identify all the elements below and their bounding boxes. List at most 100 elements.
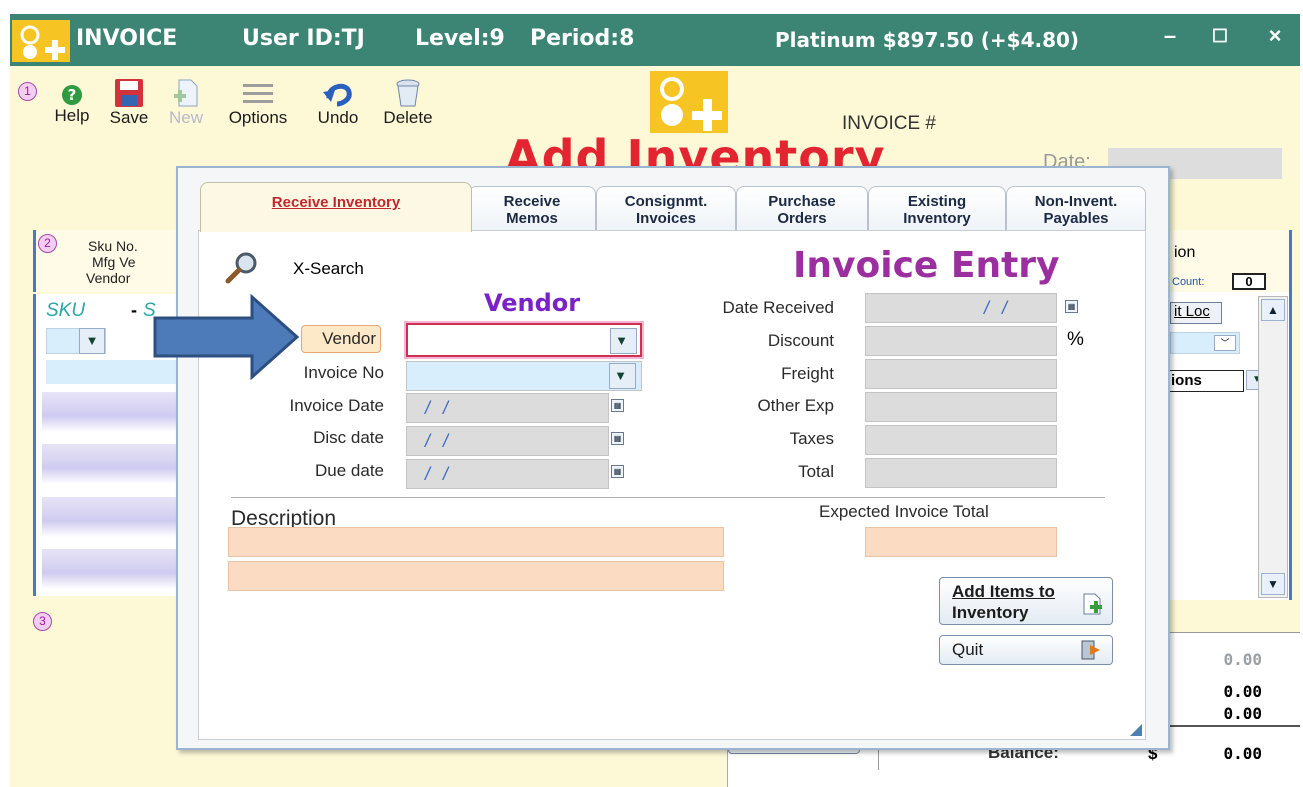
invoice-no-select[interactable]: ▼ <box>406 361 642 391</box>
invoice-entry-dialog: Receive Inventory Receive Memos Consignm… <box>176 166 1170 750</box>
tab-label-line2: Memos <box>506 210 558 227</box>
total-value-1: 0.00 <box>1223 650 1262 669</box>
discount-field[interactable] <box>865 326 1057 356</box>
date-received-label: Date Received <box>722 298 834 317</box>
calendar-icon[interactable]: ▦ <box>611 465 624 478</box>
vendor-header: Vendor <box>86 270 131 286</box>
tab-receive-inventory[interactable]: Receive Inventory <box>200 182 472 232</box>
item-grid-header: 2 Sku No. Mfg Ve Vendor <box>33 230 183 292</box>
expected-invoice-total-field[interactable] <box>865 527 1057 557</box>
pointer-arrow-icon <box>153 294 300 380</box>
svg-text:?: ? <box>68 86 77 104</box>
add-items-label-line1: Add Items to <box>952 582 1055 601</box>
scroll-down-icon[interactable]: ▼ <box>1261 573 1285 595</box>
undo-button[interactable]: Undo <box>308 78 368 138</box>
delete-button[interactable]: Delete <box>373 78 443 138</box>
right-header-text: ion <box>1174 244 1196 261</box>
grid-scrollbar[interactable]: ▲ ▼ <box>1258 296 1288 598</box>
taxes-field[interactable] <box>865 425 1057 455</box>
tab-receive-memos[interactable]: Receive Memos <box>468 186 596 232</box>
resize-grip-icon[interactable] <box>1129 723 1143 737</box>
period-indicator: Period:8 <box>530 26 635 51</box>
save-button[interactable]: Save <box>105 78 153 138</box>
scroll-up-icon[interactable]: ▲ <box>1261 299 1285 321</box>
sku-label: SKU <box>46 300 86 321</box>
close-button[interactable]: × <box>1260 22 1290 52</box>
options-label: Options <box>228 108 288 127</box>
due-date-field[interactable]: / / <box>406 459 609 489</box>
options-dropdown-label: ions <box>1171 372 1202 389</box>
total-label: Total <box>798 462 834 481</box>
add-items-to-inventory-button[interactable]: Add Items to Inventory <box>939 577 1113 625</box>
count-value: 0 <box>1232 273 1266 290</box>
date-received-field[interactable]: / / <box>865 293 1057 323</box>
new-button[interactable]: New <box>163 78 209 138</box>
other-exp-field[interactable] <box>865 392 1057 422</box>
add-inventory-app-icon <box>12 20 70 62</box>
undo-arrow-icon <box>323 83 352 107</box>
sku-dropdown[interactable]: ▼ <box>46 328 106 354</box>
chevron-down-icon[interactable]: ▼ <box>609 363 636 389</box>
mfg-header: Mfg Ve <box>92 254 136 270</box>
tab-existing-inventory[interactable]: Existing Inventory <box>868 186 1006 232</box>
calendar-icon[interactable]: ▦ <box>611 399 624 412</box>
tab-label-line1: Existing <box>907 193 967 210</box>
calendar-icon[interactable]: ▦ <box>1065 300 1078 313</box>
tab-label-line2: Payables <box>1043 210 1109 227</box>
description-field-2[interactable] <box>228 561 724 591</box>
platinum-balance: Platinum $897.50 (+$4.80) <box>775 28 1080 52</box>
minimize-button[interactable]: – <box>1155 22 1185 52</box>
freight-field[interactable] <box>865 359 1057 389</box>
expected-invoice-total-label: Expected Invoice Total <box>819 502 989 521</box>
maximize-button[interactable]: ☐ <box>1205 22 1235 52</box>
new-label: New <box>168 108 203 127</box>
grid-row[interactable] <box>42 392 182 432</box>
help-button[interactable]: ? Help <box>46 78 98 138</box>
title-bar: INVOICE User ID:TJ Level:9 Period:8 Plat… <box>10 14 1300 66</box>
step-1-badge: 1 <box>18 82 37 101</box>
quit-label: Quit <box>952 640 984 659</box>
invoice-date-label: Invoice Date <box>289 396 385 415</box>
total-field[interactable] <box>865 458 1057 488</box>
quit-button[interactable]: Quit <box>939 635 1113 665</box>
chevron-down-icon[interactable]: ▼ <box>610 328 637 354</box>
exit-door-icon <box>1081 640 1100 660</box>
tab-label-line1: Purchase <box>768 193 836 210</box>
toolbar: 1 ? Help Save New Options Undo Delete <box>10 66 470 146</box>
tab-non-inventory-payables[interactable]: Non-Invent. Payables <box>1006 186 1146 232</box>
grid-row[interactable] <box>42 497 182 537</box>
options-button[interactable]: Options <box>220 78 296 138</box>
description-field-1[interactable] <box>228 527 724 557</box>
tab-label-line1: Consignmt. <box>624 193 708 210</box>
grid-row[interactable] <box>42 549 182 589</box>
save-disk-icon <box>115 79 143 107</box>
invoice-entry-panel: X-Search Invoice Entry Vendor Vendor Inv… <box>198 230 1146 740</box>
x-search-link[interactable]: X-Search <box>293 259 364 279</box>
disc-date-label: Disc date <box>313 428 384 447</box>
section-divider <box>231 497 1105 498</box>
discount-label: Discount <box>767 331 834 350</box>
chevron-down-icon[interactable]: ▼ <box>79 328 105 354</box>
tab-label-line1: Receive <box>503 193 561 210</box>
grid-row[interactable] <box>42 444 182 484</box>
options-dropdown[interactable]: ions <box>1168 370 1244 392</box>
unit-loc-button[interactable]: it Loc <box>1170 302 1222 324</box>
vendor-select[interactable]: ▼ <box>406 323 642 357</box>
search-icon[interactable] <box>225 251 259 285</box>
location-dropdown[interactable]: ﹀ <box>1170 332 1240 354</box>
new-document-icon <box>174 79 198 107</box>
tab-receive-inventory-label: Receive Inventory <box>271 194 401 211</box>
tab-purchase-orders[interactable]: Purchase Orders <box>736 186 868 232</box>
trash-can-icon <box>396 79 420 107</box>
sku-no-header: Sku No. <box>88 238 138 254</box>
vendor-label: Vendor <box>301 325 381 353</box>
vendor-section-heading: Vendor <box>484 289 581 317</box>
count-label: Count: <box>1172 276 1205 288</box>
sku-dash: - <box>131 300 137 320</box>
calendar-icon[interactable]: ▦ <box>611 432 624 445</box>
chevron-down-icon: ﹀ <box>1214 335 1236 351</box>
disc-date-field[interactable]: / / <box>406 426 609 456</box>
add-inventory-logo-icon <box>650 71 728 133</box>
invoice-date-field[interactable]: / / <box>406 393 609 423</box>
tab-consignment-invoices[interactable]: Consignmt. Invoices <box>596 186 736 232</box>
